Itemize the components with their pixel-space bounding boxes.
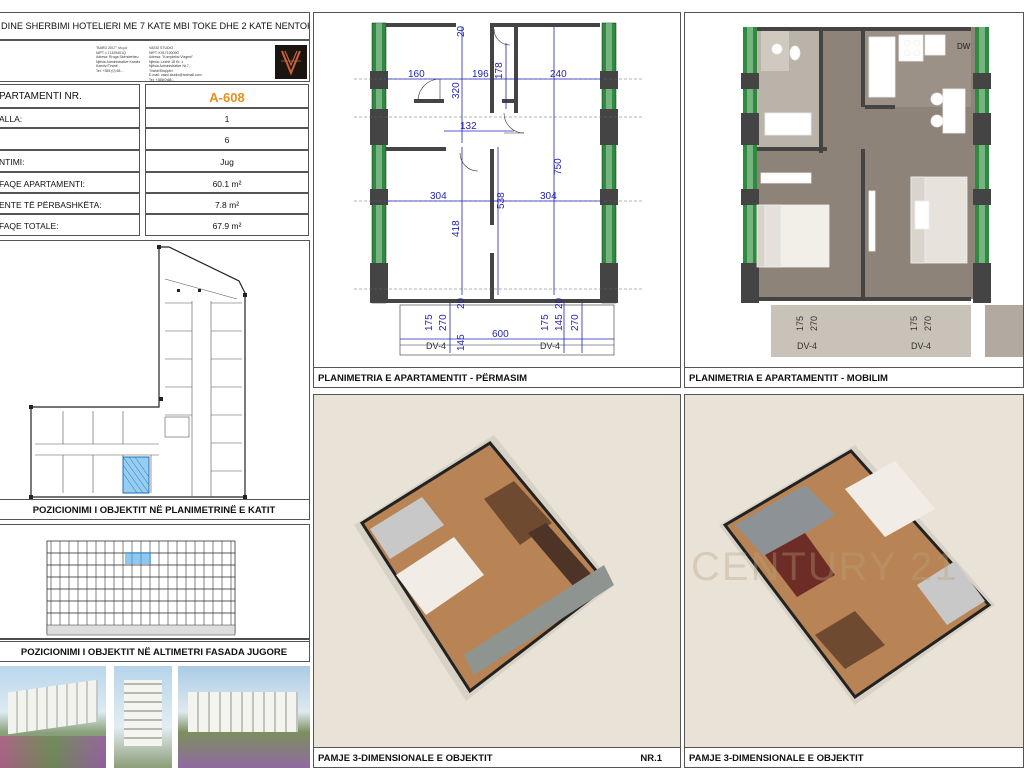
render-exterior-2	[114, 666, 172, 768]
dim-175-left: 175	[424, 314, 435, 331]
info-label-total: FAQE TOTALE:	[0, 214, 140, 236]
window-label-left-f: DV-4	[797, 341, 817, 351]
dim-538: 538	[496, 192, 507, 209]
dim-600: 600	[492, 329, 509, 340]
dim-240: 240	[550, 69, 567, 80]
window-label-right: DV-4	[540, 341, 560, 351]
view3d-2-caption: PAMJE 3-DIMENSIONALE E OBJEKTIT	[685, 747, 1023, 767]
info-value-floor: 6	[145, 128, 309, 150]
view3d-1-caption: PAMJE 3-DIMENSIONALE E OBJEKTIT NR.1	[314, 747, 680, 767]
dim-145-right: 145	[554, 314, 565, 331]
plan-dimensions-drawing: 160 196 240 178 320 132 304 304 750 418 …	[354, 22, 644, 356]
view3d-2-panel: CENTURY 21 PAMJE 3-DIMENSIONALE E OBJEKT…	[684, 394, 1024, 768]
dim-270-f-left: 270	[809, 316, 819, 331]
info-value-apartment: A-608	[145, 84, 309, 109]
info-label-orientation: NTIMI:	[0, 150, 140, 172]
info-value-area: 60.1 m²	[145, 172, 309, 193]
dim-175-right: 175	[540, 314, 551, 331]
info-label-common: ENTE TË PËRBASHKËTA:	[0, 193, 140, 214]
view3d-1-image	[314, 425, 680, 715]
dim-270-f-right: 270	[923, 316, 933, 331]
company2-info: VASSI STUDIO NIPT: K91719009O Adresa: "K…	[149, 46, 202, 82]
info-value-orientation: Jug	[145, 150, 309, 172]
dim-196: 196	[472, 69, 489, 80]
dim-20-br: 20	[554, 297, 565, 309]
dim-304-right: 304	[540, 191, 557, 202]
info-value-common: 7.8 m²	[145, 193, 309, 214]
info-value-stair: 1	[145, 107, 309, 128]
facade-highlight	[125, 552, 151, 564]
view3d-1-panel: PAMJE 3-DIMENSIONALE E OBJEKTIT NR.1	[313, 394, 681, 768]
dim-132: 132	[460, 121, 477, 132]
plan-furnished-panel: DV-4 DV-4 175 270 175 270 DW PLANIMETRIA…	[684, 12, 1024, 388]
info-label-apartment: PARTAMENTI NR.	[0, 84, 140, 109]
facade-panel: POZICIONIMI I OBJEKTIT NË ALTIMETRI FASA…	[0, 524, 310, 662]
render-exterior-3	[178, 666, 310, 768]
dim-175-f-left: 175	[795, 316, 805, 331]
floor-keyplan-drawing	[29, 245, 247, 499]
facade-drawing	[0, 540, 309, 640]
dim-304-left: 304	[430, 191, 447, 202]
company-info-box: "BARD 2017" sh.p.k NIPT: L71329401Q Adre…	[0, 40, 310, 82]
plan-dimensions-caption: PLANIMETRIA E APARTAMENTIT - PËRMASIM	[314, 367, 680, 387]
dim-418: 418	[451, 220, 462, 237]
dim-145-left: 145	[456, 334, 467, 351]
window-label-left: DV-4	[426, 341, 446, 351]
company1-info: "BARD 2017" sh.p.k NIPT: L71329401Q Adre…	[96, 46, 141, 73]
facade-position-caption: POZICIONIMI I OBJEKTIT NË ALTIMETRI FASA…	[0, 641, 309, 661]
dim-750: 750	[553, 158, 564, 175]
dim-160: 160	[408, 69, 425, 80]
view3d-1-number: NR.1	[640, 753, 662, 764]
dim-270-right: 270	[570, 314, 581, 331]
info-value-total: 67.9 m²	[145, 214, 309, 236]
dim-270-left: 270	[438, 314, 449, 331]
window-label-right-f: DV-4	[911, 341, 931, 351]
watermark: CENTURY 21	[691, 545, 959, 589]
studio-logo	[275, 45, 307, 79]
header-title-box: DINE SHERBIMI HOTELIERI ME 7 KATE MBI TO…	[0, 12, 310, 40]
floor-keyplan-panel: POZICIONIMI I OBJEKTIT NË PLANIMETRINË E…	[0, 240, 310, 520]
dishwasher-label: DW	[957, 42, 971, 51]
plan-dimensions-panel: 160 196 240 178 320 132 304 304 750 418 …	[313, 12, 681, 388]
dim-175-f-right: 175	[909, 316, 919, 331]
floor-position-caption: POZICIONIMI I OBJEKTIT NË PLANIMETRINË E…	[0, 499, 309, 519]
dim-20-bl: 20	[456, 297, 467, 309]
info-label-stair: ALLA:	[0, 107, 140, 128]
dim-178: 178	[494, 62, 505, 79]
render-exterior-1	[0, 666, 106, 768]
plan-furnished-drawing: DV-4 DV-4 175 270 175 270 DW	[741, 27, 1023, 357]
info-label-floor	[0, 128, 140, 150]
info-label-area: FAQE APARTAMENTI:	[0, 172, 140, 193]
dim-320: 320	[451, 82, 462, 99]
dim-20-top: 20	[456, 25, 467, 37]
plan-furnished-caption: PLANIMETRIA E APARTAMENTIT - MOBILIM	[685, 367, 1023, 387]
page-title: DINE SHERBIMI HOTELIERI ME 7 KATE MBI TO…	[1, 21, 310, 31]
